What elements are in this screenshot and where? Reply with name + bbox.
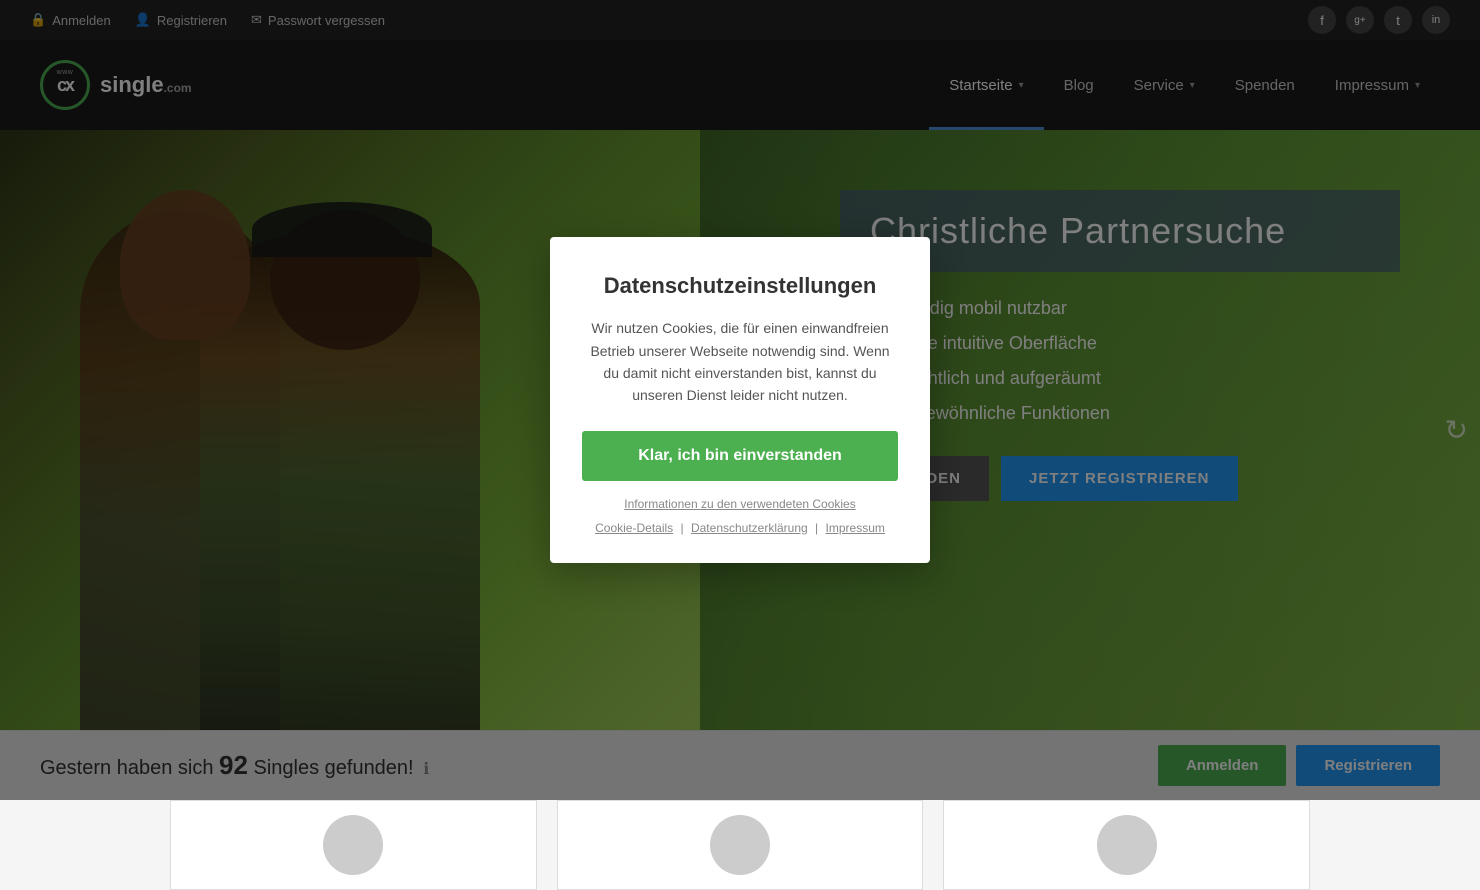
cookie-modal: Datenschutzeinstellungen Wir nutzen Cook… <box>550 237 930 563</box>
modal-body: Wir nutzen Cookies, die für einen einwan… <box>582 317 898 407</box>
cookie-details-link[interactable]: Cookie-Details <box>595 521 673 535</box>
card-1 <box>170 800 537 890</box>
datenschutz-link[interactable]: Datenschutzerklärung <box>691 521 808 535</box>
accept-cookies-button[interactable]: Klar, ich bin einverstanden <box>582 431 898 481</box>
card-icon-2 <box>710 815 770 875</box>
cards-row <box>0 800 1480 890</box>
modal-footer-links: Cookie-Details | Datenschutzerklärung | … <box>582 521 898 535</box>
modal-overlay: Datenschutzeinstellungen Wir nutzen Cook… <box>0 0 1480 800</box>
modal-title: Datenschutzeinstellungen <box>582 273 898 299</box>
cookie-info-link[interactable]: Informationen zu den verwendeten Cookies <box>582 497 898 511</box>
card-icon-3 <box>1097 815 1157 875</box>
impressum-link[interactable]: Impressum <box>826 521 885 535</box>
card-icon-1 <box>323 815 383 875</box>
card-3 <box>943 800 1310 890</box>
card-2 <box>557 800 924 890</box>
